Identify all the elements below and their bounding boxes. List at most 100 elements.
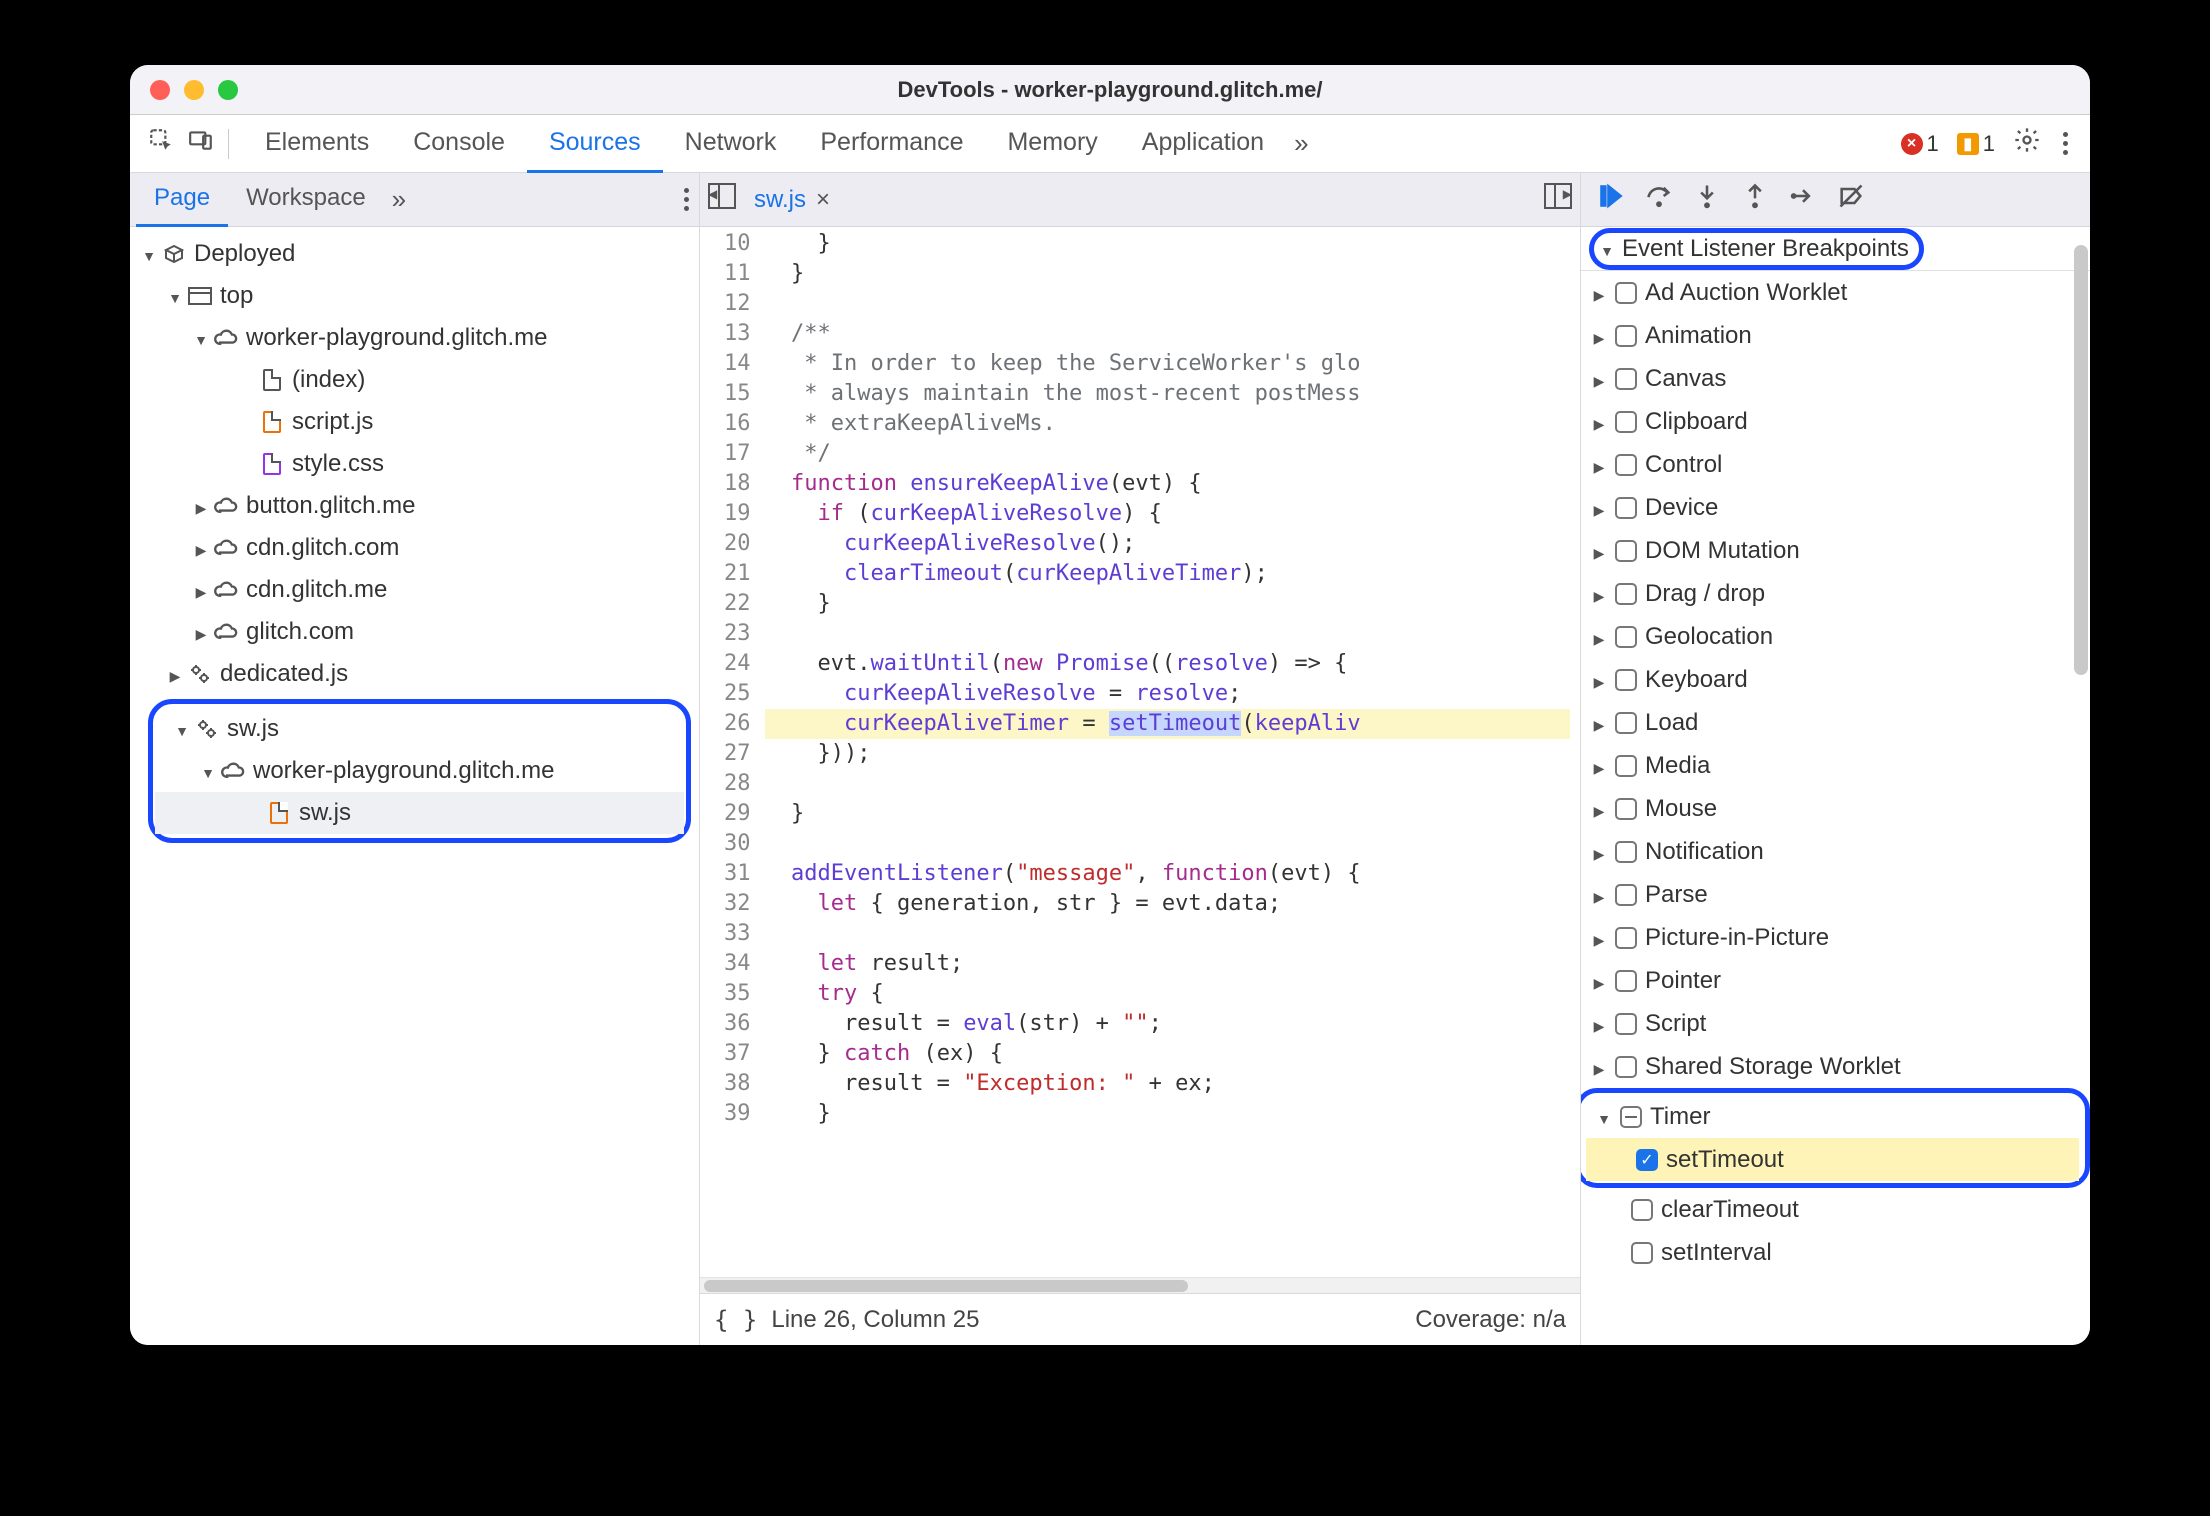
tree-file-index[interactable]: (index) [130, 359, 699, 401]
tree-file-scriptjs[interactable]: script.js [130, 401, 699, 443]
event-child[interactable]: clearTimeout [1581, 1188, 2090, 1231]
checkbox-icon[interactable] [1615, 1056, 1637, 1078]
tree-item-cloud[interactable]: cdn.glitch.me [130, 569, 699, 611]
tree-item-cloud[interactable]: cdn.glitch.com [130, 527, 699, 569]
event-child-settimeout[interactable]: ✓setTimeout [1586, 1138, 2079, 1181]
tab-memory[interactable]: Memory [985, 115, 1119, 173]
editor-pane: sw.js × 10111213141516171819202122232425… [700, 173, 1580, 1345]
checkbox-icon[interactable] [1615, 712, 1637, 734]
tree-file-swjs[interactable]: sw.js [155, 792, 684, 834]
device-toolbar-icon[interactable] [188, 127, 214, 160]
settings-gear-icon[interactable] [2013, 126, 2041, 161]
checkbox-icon[interactable] [1615, 884, 1637, 906]
event-category[interactable]: Animation [1581, 314, 2090, 357]
code-editor[interactable]: 1011121314151617181920212223242526272829… [700, 227, 1580, 1277]
errors-badge[interactable]: × 1 [1901, 131, 1939, 157]
tree-item-service-worker[interactable]: sw.js [155, 708, 684, 750]
event-category[interactable]: DOM Mutation [1581, 529, 2090, 572]
navigator-tab-workspace[interactable]: Workspace [228, 173, 384, 227]
checkbox-icon[interactable] [1615, 368, 1637, 390]
event-category[interactable]: Load [1581, 701, 2090, 744]
navigator-tabs-overflow-icon[interactable]: » [384, 184, 400, 215]
checkbox-icon[interactable] [1615, 841, 1637, 863]
more-menu-icon[interactable] [2059, 132, 2072, 155]
event-category[interactable]: Ad Auction Worklet [1581, 271, 2090, 314]
navigator-tab-page[interactable]: Page [136, 173, 228, 227]
event-category[interactable]: Media [1581, 744, 2090, 787]
section-event-listener-breakpoints[interactable]: Event Listener Breakpoints [1581, 227, 2090, 271]
checkbox-icon[interactable] [1615, 282, 1637, 304]
checkbox-checked-icon[interactable]: ✓ [1636, 1149, 1658, 1171]
tree-item-cloud[interactable]: button.glitch.me [130, 485, 699, 527]
checkbox-icon[interactable] [1615, 970, 1637, 992]
event-category[interactable]: Picture-in-Picture [1581, 916, 2090, 959]
event-category[interactable]: Script [1581, 1002, 2090, 1045]
checkbox-icon[interactable] [1615, 927, 1637, 949]
step-out-icon[interactable] [1741, 182, 1769, 217]
tree-item-top[interactable]: top [130, 275, 699, 317]
deactivate-breakpoints-icon[interactable] [1837, 182, 1865, 217]
debugger-pane: Event Listener Breakpoints Ad Auction Wo… [1580, 173, 2090, 1345]
event-category[interactable]: Control [1581, 443, 2090, 486]
error-icon: × [1901, 133, 1923, 155]
toggle-debugger-icon[interactable] [1544, 183, 1572, 216]
event-child[interactable]: setInterval [1581, 1231, 2090, 1274]
file-icon [258, 367, 286, 393]
checkbox-icon[interactable] [1615, 497, 1637, 519]
checkbox-indeterminate-icon[interactable] [1620, 1106, 1642, 1128]
tree-file-stylecss[interactable]: style.css [130, 443, 699, 485]
tree-item-cloud[interactable]: glitch.com [130, 611, 699, 653]
code-source[interactable]: } } /** * In order to keep the ServiceWo… [765, 229, 1581, 1129]
tab-elements[interactable]: Elements [243, 115, 391, 173]
event-category[interactable]: Canvas [1581, 357, 2090, 400]
event-category[interactable]: Notification [1581, 830, 2090, 873]
pretty-print-icon[interactable]: { } [714, 1306, 757, 1334]
toggle-navigator-icon[interactable] [708, 183, 736, 216]
checkbox-icon[interactable] [1615, 411, 1637, 433]
editor-horizontal-scrollbar[interactable] [700, 1277, 1580, 1293]
checkbox-icon[interactable] [1615, 755, 1637, 777]
right-scrollbar[interactable] [2074, 227, 2088, 1341]
tabs-overflow-icon[interactable]: » [1286, 128, 1302, 159]
navigator-more-icon[interactable] [680, 188, 693, 211]
checkbox-icon[interactable] [1615, 1013, 1637, 1035]
event-category[interactable]: Device [1581, 486, 2090, 529]
event-category-timer[interactable]: Timer [1586, 1095, 2079, 1138]
checkbox-icon[interactable] [1615, 626, 1637, 648]
cloud-icon [212, 535, 240, 561]
tree-item-origin[interactable]: worker-playground.glitch.me [130, 317, 699, 359]
checkbox-icon[interactable] [1615, 325, 1637, 347]
resume-icon[interactable] [1597, 182, 1625, 217]
checkbox-icon[interactable] [1631, 1199, 1653, 1221]
event-category[interactable]: Shared Storage Worklet [1581, 1045, 2090, 1088]
tab-console[interactable]: Console [391, 115, 527, 173]
event-category[interactable]: Keyboard [1581, 658, 2090, 701]
checkbox-icon[interactable] [1631, 1242, 1653, 1264]
tree-item-sw-origin[interactable]: worker-playground.glitch.me [155, 750, 684, 792]
event-category[interactable]: Clipboard [1581, 400, 2090, 443]
event-category[interactable]: Drag / drop [1581, 572, 2090, 615]
checkbox-icon[interactable] [1615, 583, 1637, 605]
checkbox-icon[interactable] [1615, 454, 1637, 476]
tab-network[interactable]: Network [663, 115, 799, 173]
event-category[interactable]: Mouse [1581, 787, 2090, 830]
file-tab-swjs[interactable]: sw.js × [746, 186, 838, 214]
checkbox-icon[interactable] [1615, 669, 1637, 691]
event-category[interactable]: Geolocation [1581, 615, 2090, 658]
tree-item-deployed[interactable]: Deployed [130, 233, 699, 275]
step-over-icon[interactable] [1645, 182, 1673, 217]
tree-item-dedicated-worker[interactable]: dedicated.js [130, 653, 699, 695]
step-icon[interactable] [1789, 182, 1817, 217]
tab-sources[interactable]: Sources [527, 115, 663, 173]
tab-performance[interactable]: Performance [798, 115, 985, 173]
checkbox-icon[interactable] [1615, 540, 1637, 562]
warnings-badge[interactable]: ▮ 1 [1957, 131, 1995, 157]
tab-application[interactable]: Application [1120, 115, 1286, 173]
checkbox-icon[interactable] [1615, 798, 1637, 820]
event-category[interactable]: Parse [1581, 873, 2090, 916]
step-into-icon[interactable] [1693, 182, 1721, 217]
close-file-tab-icon[interactable]: × [816, 186, 830, 214]
worker-gear-icon [193, 716, 221, 742]
inspect-icon[interactable] [148, 127, 174, 160]
event-category[interactable]: Pointer [1581, 959, 2090, 1002]
